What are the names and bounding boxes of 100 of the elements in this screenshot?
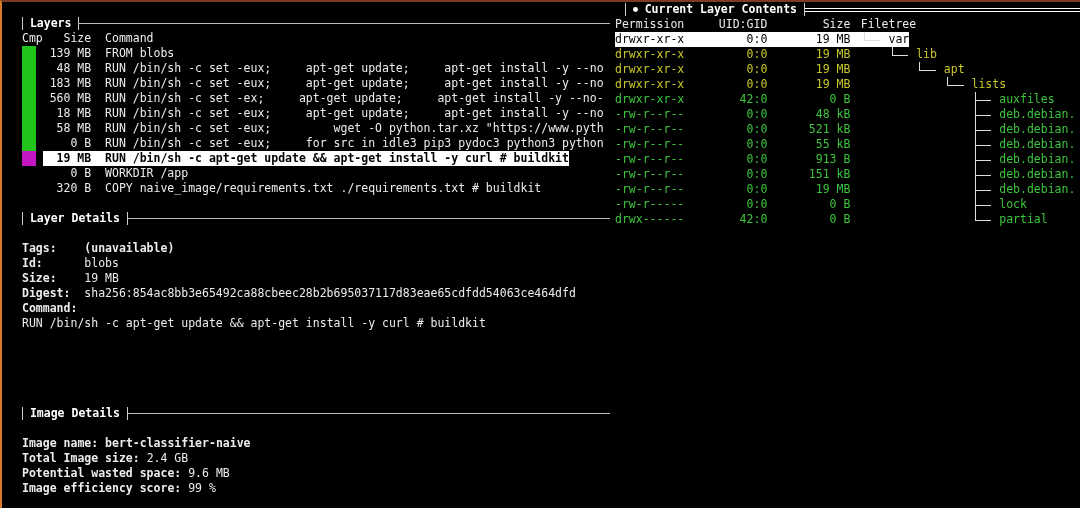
file-owner: 0:0 — [745, 152, 768, 167]
layer-row[interactable]: 19 MB RUN /bin/sh -c apt-get update && apt-get install -y curl # buildkit — [42, 151, 569, 166]
file-row[interactable]: drwxr-xr-x 0:0 19 MB apt — [615, 62, 965, 77]
panel-title[interactable]: Layer Details — [22, 212, 128, 225]
field-value: (unavailable) — [84, 241, 175, 256]
layer-command: FROM blobs — [104, 46, 175, 61]
file-row[interactable]: -rw-r--r-- 0:0 913 B deb.debian. — [615, 152, 1076, 167]
layer-size: 0 B — [69, 136, 92, 151]
file-row[interactable]: drwxr-xr-x 42:0 0 B auxfiles — [615, 92, 1055, 107]
layer-size: 139 MB — [48, 46, 92, 61]
layer-row[interactable]: 48 MB RUN /bin/sh -c set -eux; apt-get update; apt-get install -y --no — [42, 61, 604, 76]
file-row[interactable]: drwxr-xr-x 0:0 19 MB var — [615, 32, 910, 47]
file-size: 19 MB — [814, 62, 851, 77]
file-name: var — [888, 32, 910, 47]
file-size: 521 kB — [807, 122, 851, 137]
layer-command: RUN /bin/sh -c set -eux; apt-get update; apt-get install -y --no — [104, 76, 604, 91]
field-label: Image name: — [22, 436, 99, 451]
file-row[interactable]: -rw-r--r-- 0:0 521 kB deb.debian. — [615, 122, 1076, 137]
layer-size: 0 B — [69, 166, 92, 181]
file-name: deb.debian. — [999, 107, 1076, 122]
file-owner: 0:0 — [745, 47, 768, 62]
panel-title[interactable]: Layers — [22, 17, 80, 30]
panel-title[interactable]: Current Layer Contents — [625, 3, 805, 16]
layer-row[interactable]: 320 B COPY naive_image/requirements.txt ./requirements.txt # buildkit — [42, 181, 542, 196]
layer-row[interactable]: 0 B RUN /bin/sh -c set -eux; for src in idle3 pip3 pydoc3 python3 python — [42, 136, 604, 151]
layer-size: 19 MB — [55, 151, 92, 166]
file-size: 0 B — [828, 212, 851, 227]
file-row[interactable]: -rw-r--r-- 0:0 19 MB deb.debian. — [615, 182, 1076, 197]
file-size: 19 MB — [814, 47, 851, 62]
layer-row[interactable]: 18 MB RUN /bin/sh -c set -eux; apt-get update; apt-get install -y --no — [42, 106, 604, 121]
file-row[interactable]: drwxr-xr-x 0:0 19 MB lib — [615, 47, 937, 62]
file-size: 48 kB — [814, 107, 851, 122]
file-owner: 0:0 — [745, 107, 768, 122]
layer-command: COPY naive_image/requirements.txt ./requirements.txt # buildkit — [104, 181, 542, 196]
file-permission: -rw-r----- — [615, 197, 685, 212]
file-permission: drwxr-xr-x — [615, 92, 685, 107]
layer-command: RUN /bin/sh -c set -ex; apt-get update; apt-get install -y --no- — [104, 91, 604, 106]
file-owner: 42:0 — [738, 92, 768, 107]
file-name: lib — [916, 47, 937, 62]
file-name: apt — [943, 62, 965, 77]
file-name: deb.debian. — [999, 167, 1076, 182]
field-label: Command: — [22, 301, 78, 316]
file-name: lists — [971, 77, 1007, 92]
field-value: 19 MB — [84, 271, 119, 286]
field-value: blobs — [84, 256, 119, 271]
layer-row[interactable]: 58 MB RUN /bin/sh -c set -eux; wget -O python.tar.xz "https://www.pyth — [42, 121, 604, 136]
field-label: Size: — [22, 271, 58, 286]
file-name: deb.debian. — [999, 182, 1076, 197]
column-header: Permission — [615, 17, 685, 32]
file-permission: -rw-r--r-- — [615, 182, 685, 197]
field-label: Id: — [22, 256, 44, 271]
file-permission: drwxr-xr-x — [615, 32, 685, 47]
layer-command: RUN /bin/sh -c apt-get update && apt-get install -y curl # buildkit — [104, 151, 569, 166]
column-header: Cmp — [22, 31, 43, 46]
layer-row[interactable]: 139 MB FROM blobs — [42, 46, 175, 61]
layer-row[interactable]: 183 MB RUN /bin/sh -c set -eux; apt-get update; apt-get install -y --no — [42, 76, 604, 91]
file-owner: 0:0 — [745, 137, 768, 152]
file-size: 0 B — [828, 197, 851, 212]
file-permission: -rw-r--r-- — [615, 137, 685, 152]
file-size: 913 B — [814, 152, 851, 167]
file-owner: 42:0 — [738, 212, 768, 227]
layer-command: RUN /bin/sh -c set -eux; wget -O python.tar.xz "https://www.pyth — [104, 121, 604, 136]
layer-command: RUN /bin/sh -c set -eux; apt-get update; apt-get install -y --no — [104, 106, 604, 121]
file-owner: 0:0 — [745, 182, 768, 197]
field-label: Digest: — [22, 286, 72, 301]
file-size: 0 B — [828, 92, 851, 107]
file-permission: -rw-r--r-- — [615, 107, 685, 122]
file-row[interactable]: drwxr-xr-x 0:0 19 MB lists — [615, 77, 1007, 92]
layer-size: 48 MB — [55, 61, 92, 76]
file-size: 19 MB — [814, 182, 851, 197]
file-row[interactable]: -rw-r--r-- 0:0 48 kB deb.debian. — [615, 107, 1076, 122]
file-size: 55 kB — [814, 137, 851, 152]
layer-row[interactable]: 0 B WORKDIR /app — [42, 166, 189, 181]
file-row[interactable]: drwx------ 42:0 0 B partial — [615, 212, 1048, 227]
file-name: lock — [999, 197, 1027, 212]
layer-command: WORKDIR /app — [104, 166, 189, 181]
file-row[interactable]: -rw-r--r-- 0:0 55 kB deb.debian. — [615, 137, 1076, 152]
file-permission: drwx------ — [615, 212, 685, 227]
file-row[interactable]: -rw-r----- 0:0 0 B lock — [615, 197, 1027, 212]
panel-title[interactable]: Image Details — [22, 407, 128, 420]
field-label: Tags: — [22, 241, 58, 256]
file-name: partial — [999, 212, 1048, 227]
file-row[interactable]: -rw-r--r-- 0:0 151 kB deb.debian. — [615, 167, 1076, 182]
layer-row[interactable]: 560 MB RUN /bin/sh -c set -ex; apt-get update; apt-get install -y --no- — [42, 91, 604, 106]
file-size: 19 MB — [814, 32, 851, 47]
file-name: deb.debian. — [999, 137, 1076, 152]
file-permission: -rw-r--r-- — [615, 122, 685, 137]
layer-command: RUN /bin/sh -c set -eux; apt-get update; apt-get install -y --no — [104, 61, 604, 76]
file-name: deb.debian. — [999, 152, 1076, 167]
field-value: sha256:854ac8bb3e65492ca88cbeec28b2b695037117d83eae65cdfdd54063ce464dfd — [84, 286, 576, 301]
layer-command: RUN /bin/sh -c set -eux; for src in idle3 pip3 pydoc3 python3 python — [104, 136, 604, 151]
file-size: 151 kB — [807, 167, 851, 182]
layer-size: 560 MB — [48, 91, 92, 106]
file-size: 19 MB — [814, 77, 851, 92]
field-value: bert-classifier-naive — [105, 436, 251, 451]
file-owner: 0:0 — [745, 32, 768, 47]
file-owner: 0:0 — [745, 122, 768, 137]
column-header: Filetree — [859, 17, 917, 32]
layer-size: 320 B — [55, 181, 92, 196]
column-header: Size — [821, 17, 851, 32]
